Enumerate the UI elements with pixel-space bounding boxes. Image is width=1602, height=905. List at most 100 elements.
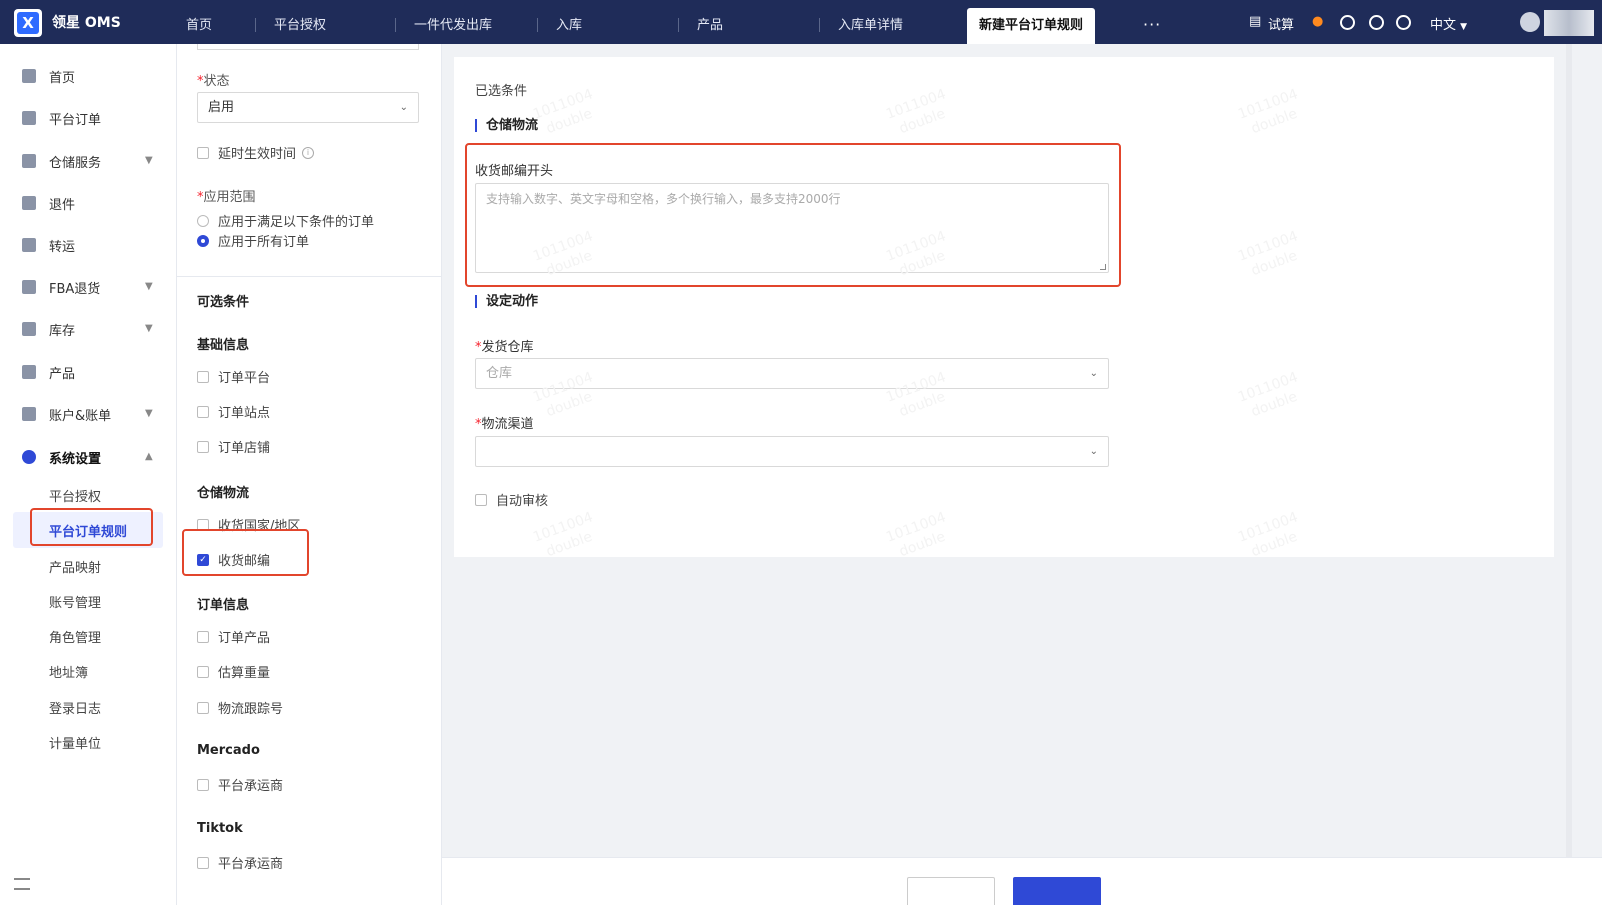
cond-tiktok-carrier[interactable]: 平台承运商 — [197, 853, 283, 872]
tab-divider — [678, 18, 679, 32]
checkbox-label: 估算重量 — [218, 666, 271, 681]
checkbox-label: 物流跟踪号 — [218, 702, 284, 717]
return-icon — [22, 196, 36, 210]
section-title-actions: 设定动作 — [475, 295, 538, 308]
download-icon[interactable] — [1340, 15, 1355, 30]
highlight-box — [182, 529, 309, 576]
sidebar-item-label: 首页 — [49, 70, 76, 86]
sidebar-item-home[interactable]: 首页 — [22, 66, 75, 86]
sidebar-item-returns[interactable]: 退件 — [22, 193, 75, 213]
scope-option-conditional[interactable]: 应用于满足以下条件的订单 — [197, 211, 374, 230]
group-title-tiktok: Tiktok — [197, 821, 243, 836]
tab-dropship-outbound[interactable]: 一件代发出库 — [404, 8, 492, 44]
chevron-down-icon: ⌄ — [1089, 446, 1098, 457]
sub-item-address-book[interactable]: 地址簿 — [49, 662, 88, 681]
sidebar-item-transfer[interactable]: 转运 — [22, 235, 75, 255]
delay-time-checkbox[interactable]: 延时生效时间 i — [197, 143, 315, 162]
language-label: 中文 — [1430, 18, 1457, 33]
tab-platform-auth[interactable]: 平台授权 — [264, 8, 326, 44]
tab-inbound-detail[interactable]: 入库单详情 — [828, 8, 903, 44]
info-icon[interactable]: i — [302, 146, 315, 159]
sidebar-item-fba-returns[interactable]: FBA退货 — [22, 277, 100, 297]
sidebar-item-platform-orders[interactable]: 平台订单 — [22, 108, 101, 128]
robot-icon[interactable]: ● — [1312, 14, 1323, 29]
tab-new-order-rule[interactable]: 新建平台订单规则 — [967, 8, 1096, 44]
language-switch[interactable]: 中文 ▼ — [1430, 14, 1467, 33]
rule-name-input[interactable] — [197, 44, 419, 50]
sub-item-role-management[interactable]: 角色管理 — [49, 627, 101, 646]
product-icon — [22, 365, 36, 379]
group-title-order-info: 订单信息 — [197, 598, 250, 613]
sidebar-item-warehouse[interactable]: 仓储服务 — [22, 151, 101, 171]
delay-label: 延时生效时间 — [218, 147, 297, 162]
confirm-button[interactable] — [1013, 877, 1101, 905]
sidebar-item-system-settings[interactable]: 系统设置 — [22, 447, 101, 467]
checkbox-label: 自动审核 — [496, 494, 549, 509]
gear-icon[interactable] — [1369, 15, 1384, 30]
sidebar-item-accounts[interactable]: 账户&账单 — [22, 404, 111, 424]
brand-name: 领星 OMS — [52, 15, 121, 31]
chevron-down-icon[interactable]: ▼ — [145, 281, 153, 292]
trial-calc-link[interactable]: 试算 — [1268, 14, 1294, 33]
calculator-icon[interactable]: ▤ — [1249, 14, 1261, 29]
chevron-down-icon: ⌄ — [1089, 368, 1098, 379]
chevron-down-icon[interactable]: ▼ — [145, 323, 153, 334]
sidebar-item-label: 仓储服务 — [49, 155, 102, 171]
sidebar-item-label: 平台订单 — [49, 112, 102, 128]
sidebar-item-label: 产品 — [49, 366, 76, 382]
cond-estimated-weight[interactable]: 估算重量 — [197, 662, 270, 681]
cond-mercado-carrier[interactable]: 平台承运商 — [197, 775, 283, 794]
sidebar-item-inventory[interactable]: 库存 — [22, 319, 75, 339]
cond-order-platform[interactable]: 订单平台 — [197, 367, 270, 386]
app-logo[interactable]: X — [14, 9, 42, 37]
scope-option-all[interactable]: 应用于所有订单 — [197, 231, 309, 250]
chevron-down-icon[interactable]: ▼ — [145, 408, 153, 419]
tab-divider — [819, 18, 820, 32]
cond-order-site[interactable]: 订单站点 — [197, 402, 270, 421]
chevron-up-icon[interactable]: ▲ — [145, 451, 153, 462]
warehouse-select[interactable]: 仓库 ⌄ — [475, 358, 1109, 389]
page-scrollbar[interactable] — [1566, 44, 1572, 905]
sub-item-platform-auth[interactable]: 平台授权 — [49, 486, 101, 505]
checkbox-label: 订单站点 — [218, 406, 271, 421]
cond-order-store[interactable]: 订单店铺 — [197, 437, 270, 456]
chevron-down-icon: ⌄ — [399, 102, 408, 113]
sidebar-item-label: 账户&账单 — [49, 408, 112, 424]
chevron-down-icon[interactable]: ▼ — [145, 155, 153, 166]
avatar[interactable] — [1520, 12, 1540, 32]
checkbox-box — [197, 665, 209, 678]
group-title-logistics: 仓储物流 — [197, 486, 250, 501]
channel-select[interactable]: ⌄ — [475, 436, 1109, 467]
tab-home[interactable]: 首页 — [176, 8, 212, 44]
sidebar-item-label: 系统设置 — [49, 451, 102, 467]
warehouse-placeholder: 仓库 — [486, 366, 513, 381]
scope-label: *应用范围 — [197, 190, 256, 205]
status-select[interactable]: 启用 ⌄ — [197, 92, 419, 123]
tab-inbound[interactable]: 入库 — [546, 8, 582, 44]
optional-conditions-title: 可选条件 — [197, 295, 250, 310]
sidebar-item-label: 库存 — [49, 323, 76, 339]
sub-item-account-management[interactable]: 账号管理 — [49, 592, 101, 611]
tab-products[interactable]: 产品 — [687, 8, 723, 44]
highlight-box — [30, 508, 153, 546]
help-icon[interactable] — [1396, 15, 1411, 30]
sidebar — [0, 44, 177, 905]
auto-review-checkbox[interactable]: 自动审核 — [475, 490, 548, 509]
cancel-button[interactable] — [907, 877, 995, 905]
checkbox-box — [197, 856, 209, 869]
sub-item-product-mapping[interactable]: 产品映射 — [49, 557, 101, 576]
sub-item-login-log[interactable]: 登录日志 — [49, 698, 101, 717]
sub-item-units[interactable]: 计量单位 — [49, 733, 101, 752]
more-tabs-icon[interactable]: ··· — [1143, 15, 1161, 34]
sidebar-item-products[interactable]: 产品 — [22, 362, 75, 382]
warehouse-label: *发货仓库 — [475, 340, 534, 355]
cond-tracking-number[interactable]: 物流跟踪号 — [197, 698, 283, 717]
checkbox-box — [197, 370, 209, 383]
sidebar-item-label: 转运 — [49, 239, 76, 255]
tab-divider — [255, 18, 256, 32]
selected-conditions-title: 已选条件 — [475, 84, 528, 99]
chevron-down-icon: ▼ — [1460, 22, 1468, 32]
collapse-menu-icon[interactable] — [14, 878, 30, 890]
cond-order-product[interactable]: 订单产品 — [197, 627, 270, 646]
channel-label: *物流渠道 — [475, 417, 534, 432]
